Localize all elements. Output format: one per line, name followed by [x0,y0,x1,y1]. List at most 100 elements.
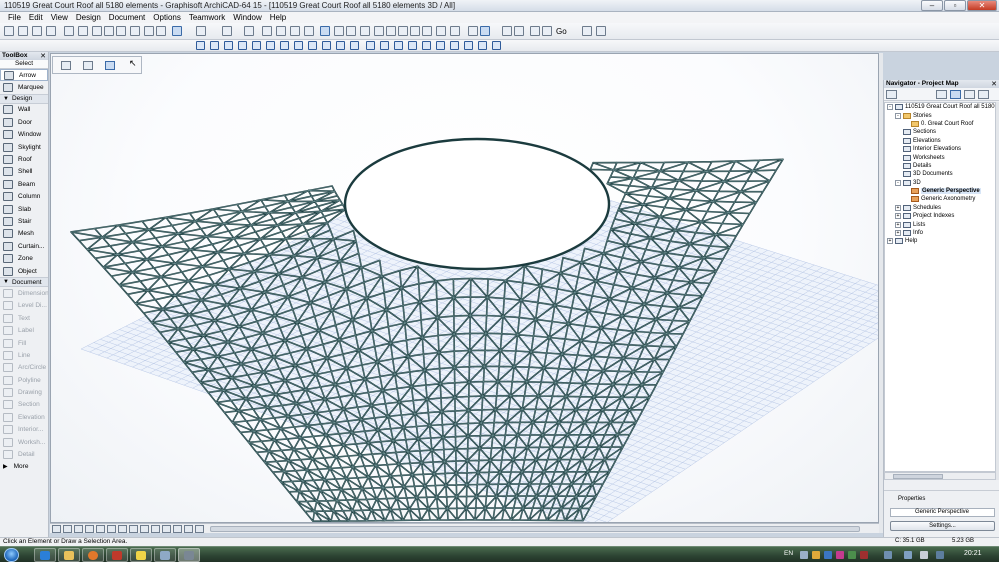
toolbar-button-icon[interactable] [320,26,330,36]
toolbar-button-icon[interactable] [596,26,606,36]
toolbar-button-icon[interactable] [32,26,42,36]
tool-object[interactable]: Object [0,265,48,277]
3d-viewport[interactable] [50,53,879,523]
close-icon[interactable]: ✕ [40,52,46,60]
tool-wall[interactable]: Wall [0,104,48,116]
toolbar-button-icon[interactable] [450,41,459,50]
navigator-horizontal-scrollbar[interactable] [884,472,996,480]
toolbar-button-icon[interactable] [436,26,446,36]
tool-door[interactable]: Door [0,116,48,128]
toolbar-button-icon[interactable] [380,41,389,50]
toolbar-button-icon[interactable] [450,26,460,36]
tree-item[interactable]: Generic Perspective [885,187,995,195]
expand-icon[interactable]: + [895,213,901,220]
tool-elevation[interactable]: Elevation [0,411,48,423]
taskbar-firefox-icon[interactable] [82,548,104,562]
toolbar-button-icon[interactable] [280,41,289,50]
tool-label[interactable]: Label [0,324,48,336]
toolbar-button-icon[interactable] [334,26,344,36]
tree-item[interactable]: 3D Documents [885,170,995,178]
language-indicator[interactable]: EN [784,550,793,557]
tree-item[interactable]: Generic Axonometry [885,195,995,203]
view-navigation-icon[interactable] [195,525,204,533]
view-navigation-icon[interactable] [129,525,138,533]
toolbar-button-icon[interactable] [104,26,114,36]
tray-network-status-icon[interactable] [904,551,912,559]
tool-level-di[interactable]: Level Di... [0,300,48,312]
taskbar-ie-icon[interactable] [34,548,56,562]
tray-update-icon[interactable] [848,551,856,559]
tool-dimension[interactable]: Dimension [0,287,48,299]
view-navigation-icon[interactable] [63,525,72,533]
collapse-icon[interactable]: - [895,179,901,186]
tool-text[interactable]: Text [0,312,48,324]
toolbar-button-icon[interactable] [156,26,166,36]
minimize-button[interactable]: – [921,0,943,11]
tool-interior[interactable]: Interior... [0,424,48,436]
toolbar-button-icon[interactable] [322,41,331,50]
toolbar-button-icon[interactable] [172,26,182,36]
toolbar-button-icon[interactable] [252,41,261,50]
tool-skylight[interactable]: Skylight [0,141,48,153]
tool-polyline[interactable]: Polyline [0,374,48,386]
toolbar-button-icon[interactable] [116,26,126,36]
toolbar-button-icon[interactable] [398,26,408,36]
tool-detail[interactable]: Detail [0,448,48,460]
toolbar-button-icon[interactable] [78,26,88,36]
tool-column[interactable]: Column [0,191,48,203]
view-navigation-icon[interactable] [107,525,116,533]
toolbar-button-icon[interactable] [276,26,286,36]
tree-item[interactable]: Elevations [885,137,995,145]
toolbar-button-icon[interactable] [238,41,247,50]
tree-item[interactable]: + Project Indexes [885,212,995,220]
arrow-geometry-icon[interactable] [61,61,71,70]
tree-item[interactable]: + Lists [885,220,995,228]
close-icon[interactable]: ✕ [991,80,997,88]
expand-icon[interactable]: + [895,204,901,211]
tool-window[interactable]: Window [0,129,48,141]
start-button[interactable] [4,548,19,562]
toolbar-button-icon[interactable] [478,41,487,50]
tree-item[interactable]: 0. Great Court Roof [885,120,995,128]
view-navigation-icon[interactable] [184,525,193,533]
3d-model-view[interactable] [51,54,879,523]
view-navigation-icon[interactable] [162,525,171,533]
navigator-popup-icon[interactable] [886,90,897,99]
tool-drawing[interactable]: Drawing [0,386,48,398]
tray-warning-icon[interactable] [812,551,820,559]
tool-curtain[interactable]: Curtain... [0,240,48,252]
tool-arrow[interactable]: Arrow [0,69,48,82]
menu-help[interactable]: Help [270,13,286,22]
taskbar-explorer-icon[interactable] [58,548,80,562]
tree-item[interactable]: + Info [885,229,995,237]
expand-icon[interactable]: + [895,221,901,228]
tree-item[interactable]: - 110519 Great Court Roof all 5180 elemen… [885,103,995,111]
tray-n-icon[interactable] [836,551,844,559]
tool-mesh[interactable]: Mesh [0,228,48,240]
toolbar-button-icon[interactable] [266,41,275,50]
view-navigation-icon[interactable] [96,525,105,533]
tree-item[interactable]: Details [885,162,995,170]
tool-arc-circle[interactable]: Arc/Circle [0,362,48,374]
menu-window[interactable]: Window [233,13,261,22]
view-navigation-icon[interactable] [118,525,127,533]
tray-network-icon[interactable] [800,551,808,559]
toolbar-button-icon[interactable] [18,26,28,36]
rotated-rectangle-icon[interactable] [105,61,115,70]
tool-section[interactable]: Section [0,399,48,411]
toolbar-button-icon[interactable] [410,26,420,36]
tool-worksh[interactable]: Worksh... [0,436,48,448]
tool-zone[interactable]: Zone [0,252,48,264]
toolbar-button-icon[interactable] [436,41,445,50]
tree-item[interactable]: - Stories [885,111,995,119]
toolbar-button-icon[interactable] [422,41,431,50]
toolbar-button-icon[interactable] [530,26,540,36]
tool-slab[interactable]: Slab [0,203,48,215]
design-group-header[interactable]: ▼ Design [0,93,48,104]
pointer-icon[interactable]: ↖ [129,58,139,68]
toolbar-button-icon[interactable] [130,26,140,36]
expand-icon[interactable]: + [895,230,901,237]
taskbar-notes-icon[interactable] [130,548,152,562]
tool-roof[interactable]: Roof [0,153,48,165]
toolbar-button-icon[interactable] [374,26,384,36]
